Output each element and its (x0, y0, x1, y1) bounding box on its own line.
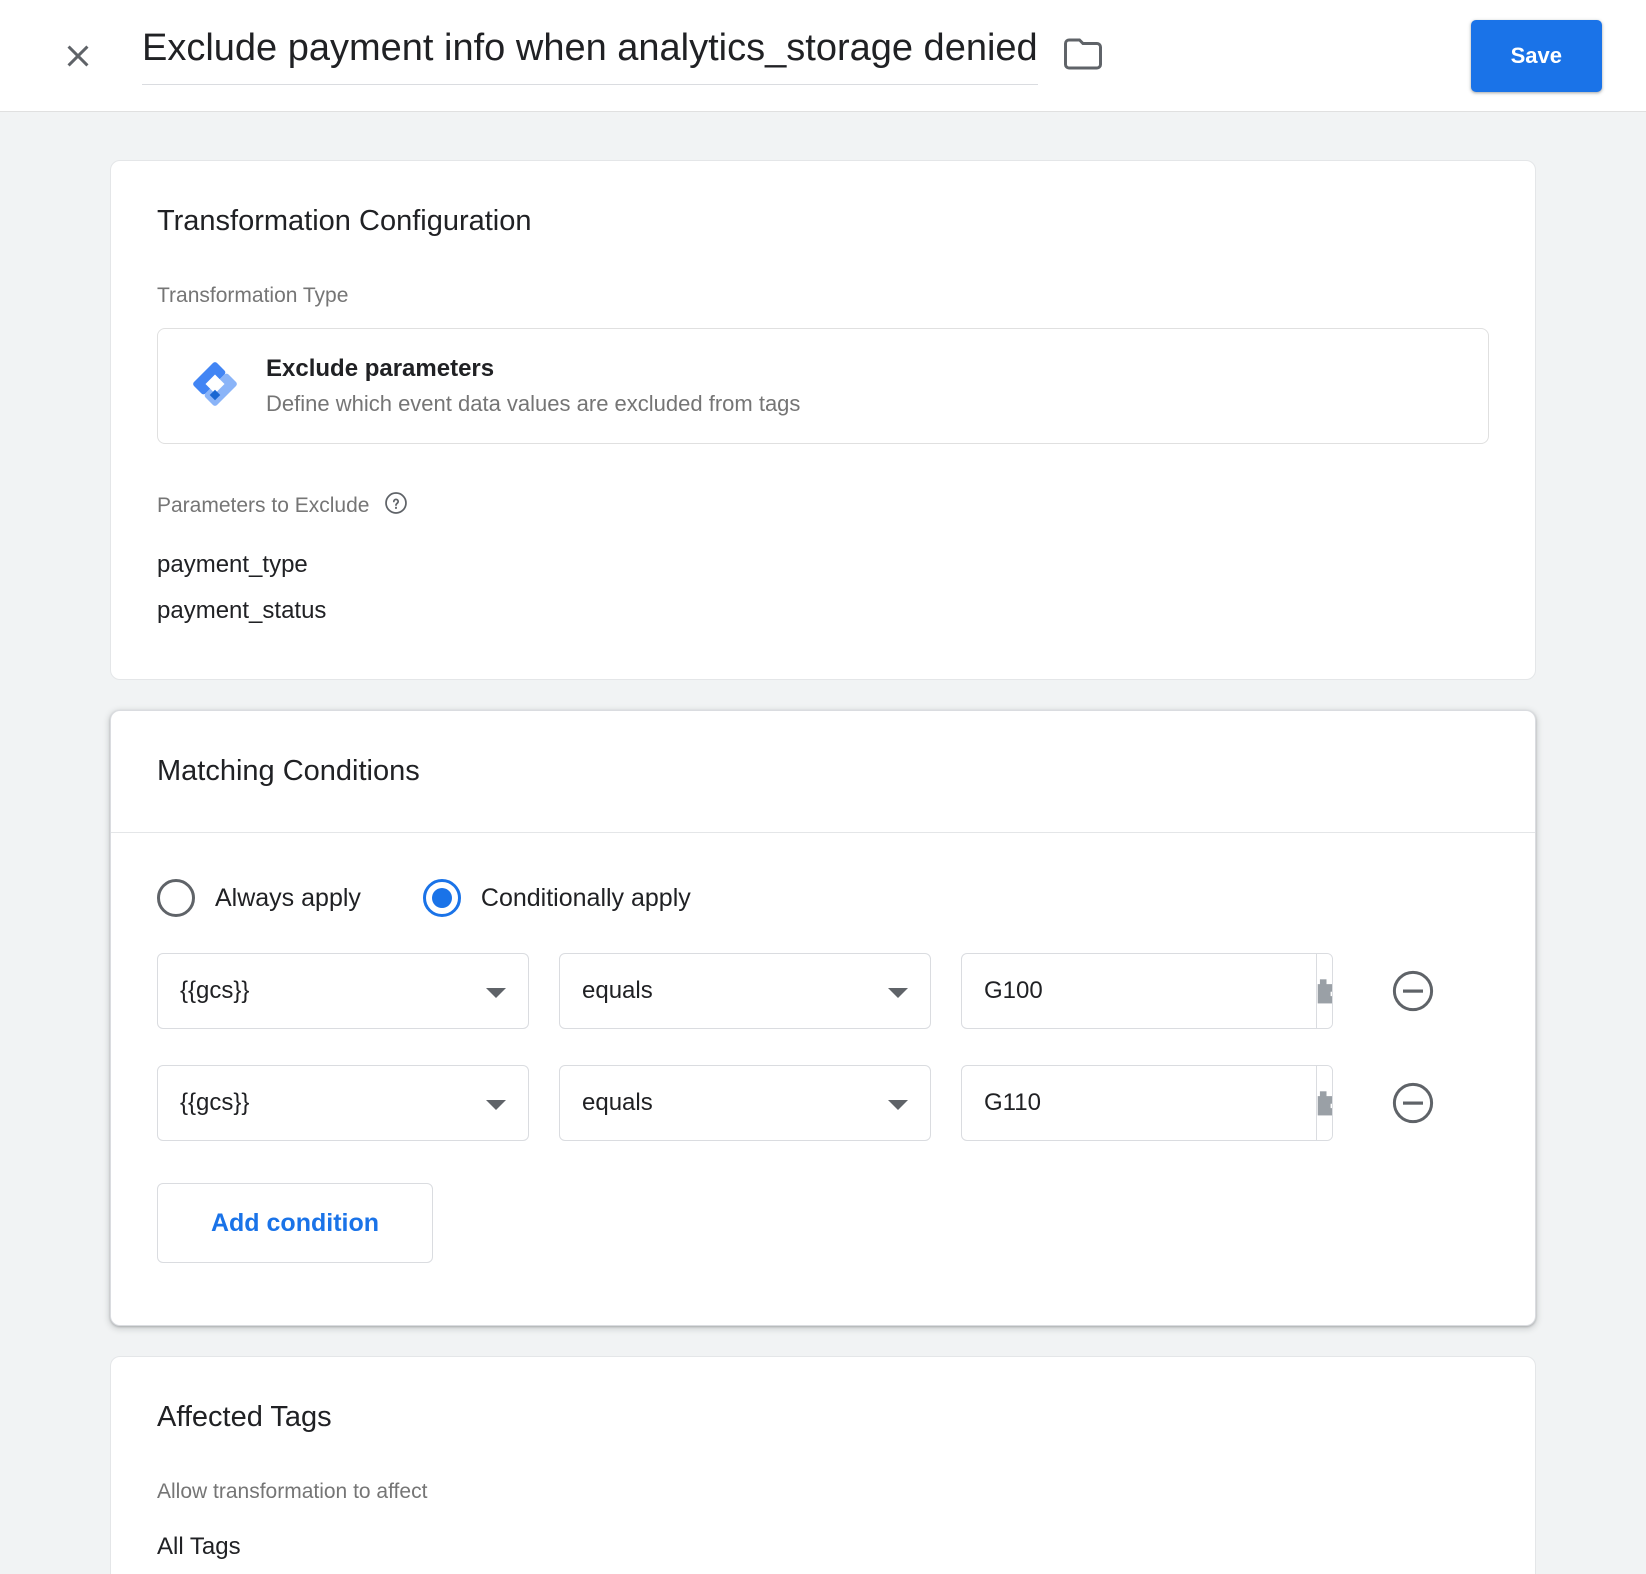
allow-transformation-value: All Tags (157, 1533, 241, 1561)
chevron-down-icon (486, 1100, 506, 1111)
parameters-to-exclude-label-text: Parameters to Exclude (157, 494, 370, 517)
card-bottom-spacer (111, 1263, 1535, 1325)
help-icon[interactable] (383, 490, 409, 522)
parameters-to-exclude-label: Parameters to Exclude (157, 490, 1489, 522)
affected-tags-title: Affected Tags (157, 1401, 332, 1434)
radio-always-apply[interactable]: Always apply (157, 879, 361, 918)
condition-operator-value: equals (582, 1089, 653, 1117)
apply-mode-radio-group: Always apply Conditionally apply (111, 833, 1535, 918)
transformation-card-title: Transformation Configuration (157, 205, 532, 237)
page-body: Transformation Configuration Transformat… (0, 112, 1646, 1574)
condition-value-field (961, 953, 1333, 1030)
condition-operator-select[interactable]: equals (559, 953, 931, 1030)
remove-condition-button[interactable] (1385, 963, 1441, 1019)
chevron-down-icon (888, 988, 908, 999)
lego-brick-icon[interactable] (1316, 954, 1332, 1029)
transformation-type-description: Define which event data values are exclu… (266, 391, 801, 416)
condition-operator-select[interactable]: equals (559, 1065, 931, 1142)
transformation-type-label-text: Transformation Type (157, 284, 349, 307)
condition-operator-value: equals (582, 977, 653, 1005)
parameter-item: payment_status (157, 596, 327, 624)
transformation-configuration-card: Transformation Configuration Transformat… (110, 160, 1536, 681)
matching-conditions-card: Matching Conditions Always apply Conditi… (110, 710, 1536, 1327)
condition-value-field (961, 1065, 1333, 1142)
close-icon[interactable] (54, 32, 102, 80)
add-condition-button[interactable]: Add condition (157, 1183, 433, 1264)
gtm-diamond-icon (192, 361, 238, 412)
condition-variable-value: {{gcs}} (180, 1089, 250, 1117)
condition-variable-select[interactable]: {{gcs}} (157, 953, 529, 1030)
affected-tags-card: Affected Tags Allow transformation to af… (110, 1356, 1536, 1574)
radio-selected-dot (431, 888, 452, 909)
condition-row: {{gcs}} equals (111, 953, 1535, 1030)
transformation-type-texts: Exclude parameters Define which event da… (266, 355, 800, 417)
condition-variable-select[interactable]: {{gcs}} (157, 1065, 529, 1142)
chevron-down-icon (888, 1100, 908, 1111)
radio-always-apply-icon (157, 879, 195, 918)
condition-row: {{gcs}} equals (111, 1065, 1535, 1142)
condition-value-input[interactable] (962, 1066, 1316, 1141)
save-button[interactable]: Save (1470, 19, 1602, 92)
chevron-down-icon (486, 988, 506, 999)
allow-transformation-label: Allow transformation to affect (157, 1480, 1489, 1504)
matching-conditions-title: Matching Conditions (157, 755, 420, 788)
transformation-type-label: Transformation Type (157, 284, 1489, 308)
transformation-type-name: Exclude parameters (266, 355, 495, 382)
title-area: Exclude payment info when analytics_stor… (142, 26, 1471, 85)
remove-condition-button[interactable] (1385, 1075, 1441, 1131)
condition-value-input[interactable] (962, 954, 1316, 1029)
transformation-name-input[interactable]: Exclude payment info when analytics_stor… (142, 26, 1038, 85)
parameter-item: payment_type (157, 551, 308, 578)
radio-conditionally-apply[interactable]: Conditionally apply (422, 879, 691, 918)
condition-variable-value: {{gcs}} (180, 977, 250, 1005)
folder-icon[interactable] (1062, 33, 1104, 79)
page-header: Exclude payment info when analytics_stor… (0, 0, 1646, 112)
radio-conditionally-apply-icon (422, 879, 461, 918)
transformation-type-tile[interactable]: Exclude parameters Define which event da… (157, 328, 1489, 444)
allow-transformation-label-text: Allow transformation to affect (157, 1480, 428, 1504)
radio-always-apply-label: Always apply (215, 883, 361, 912)
lego-brick-icon[interactable] (1316, 1066, 1332, 1141)
radio-conditionally-apply-label: Conditionally apply (480, 883, 691, 912)
